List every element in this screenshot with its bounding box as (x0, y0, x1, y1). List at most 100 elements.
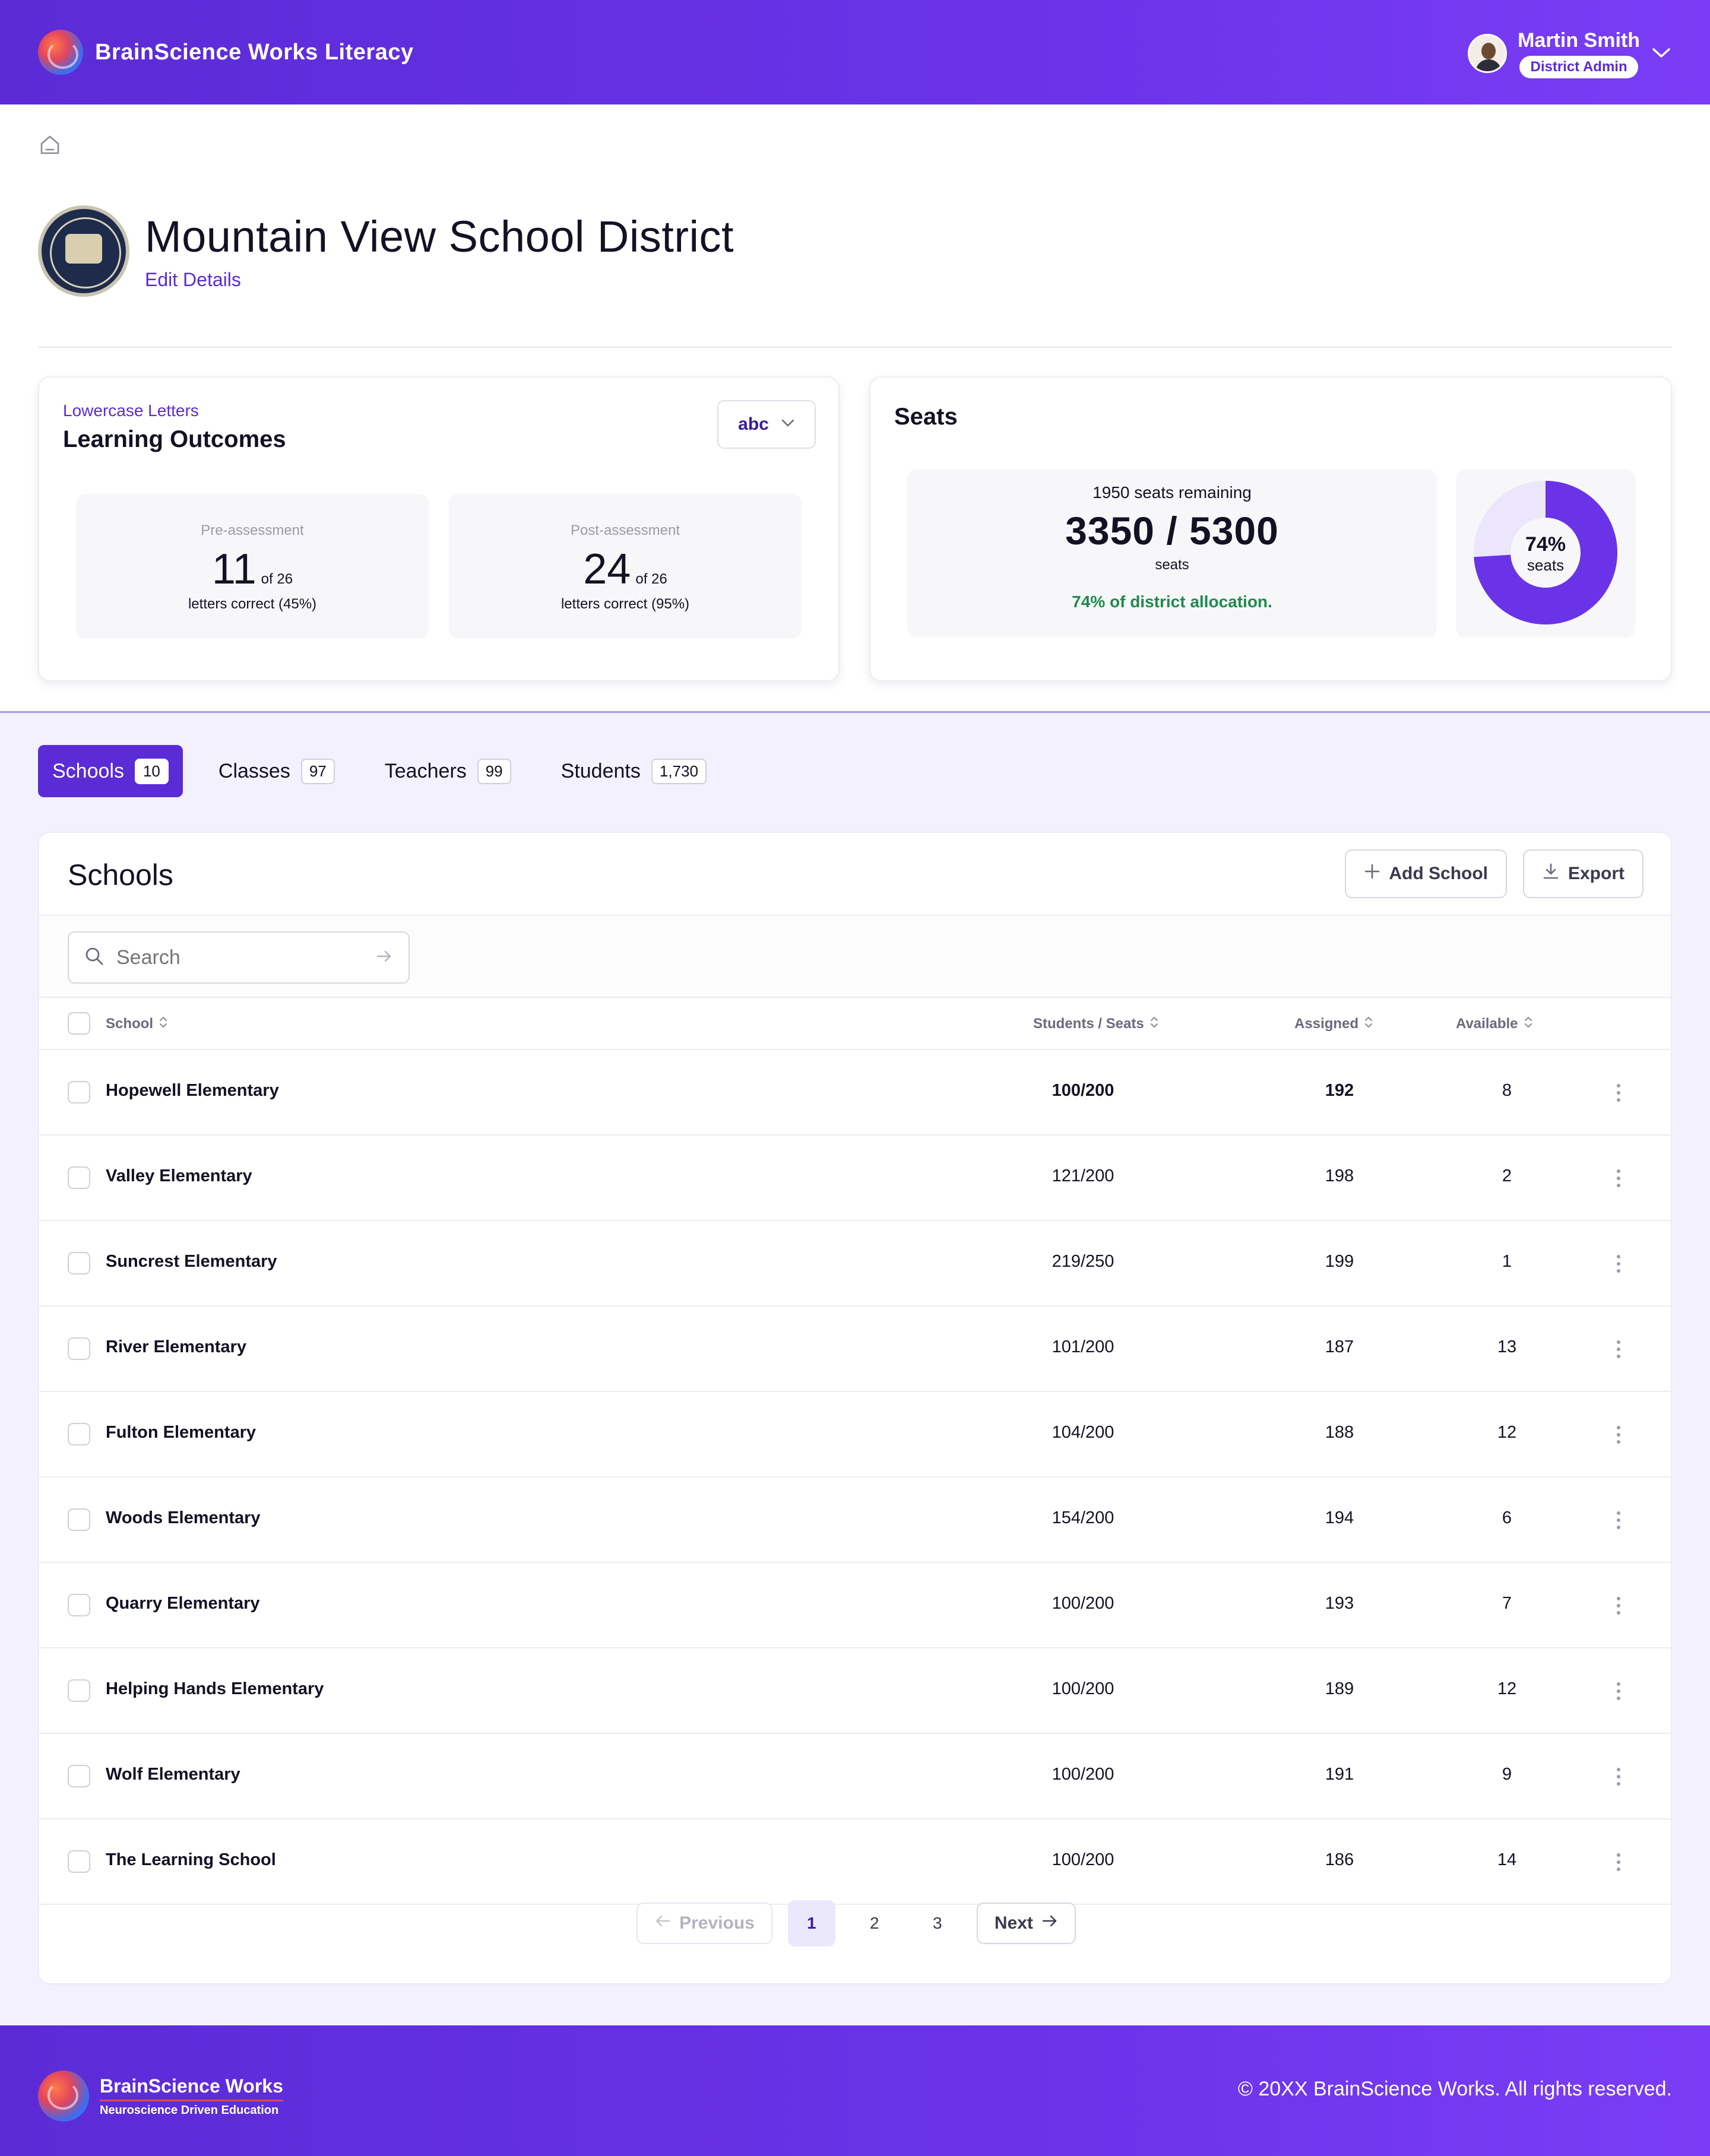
assigned-count: 193 (1325, 1594, 1354, 1613)
students-seats: 104/200 (1052, 1423, 1114, 1442)
donut-percent: 74% (1525, 533, 1566, 556)
footer-brand[interactable]: BrainScience Works Neuroscience Driven E… (38, 2071, 283, 2122)
next-label: Next (994, 1913, 1033, 1933)
column-school[interactable]: School (106, 1016, 167, 1032)
column-assigned-label: Assigned (1294, 1016, 1359, 1032)
home-icon[interactable] (38, 133, 62, 157)
row-checkbox[interactable] (68, 1765, 90, 1787)
row-menu-icon[interactable] (1607, 1337, 1630, 1361)
tab-label: Teachers (384, 759, 467, 782)
add-school-button[interactable]: Add School (1345, 849, 1507, 898)
assigned-count: 192 (1325, 1081, 1354, 1100)
table-row[interactable]: Woods Elementary 154/200 194 6 (39, 1478, 1671, 1563)
assigned-count: 186 (1325, 1850, 1354, 1869)
chevron-down-icon[interactable] (1651, 43, 1672, 64)
tab-count: 97 (300, 758, 335, 784)
students-seats: 100/200 (1052, 1081, 1114, 1100)
page-1[interactable]: 1 (787, 1900, 835, 1946)
post-assessment-label: Post-assessment (570, 522, 680, 538)
outcomes-title: Learning Outcomes (63, 426, 286, 452)
page-3[interactable]: 3 (914, 1900, 961, 1946)
table-row[interactable]: Valley Elementary 121/200 198 2 (39, 1136, 1671, 1221)
table-row[interactable]: Quarry Elementary 100/200 193 7 (39, 1563, 1671, 1648)
table-row[interactable]: Suncrest Elementary 219/250 199 1 (39, 1221, 1671, 1307)
row-checkbox[interactable] (68, 1850, 90, 1873)
school-name: River Elementary (106, 1337, 246, 1356)
row-menu-icon[interactable] (1607, 1679, 1630, 1703)
arrow-right-icon (1041, 1913, 1058, 1934)
footer-brand-name: BrainScience Works (100, 2075, 283, 2101)
table-row[interactable]: Helping Hands Elementary 100/200 189 12 (39, 1648, 1671, 1734)
letter-set-select[interactable]: abc (717, 400, 816, 449)
school-name: Wolf Elementary (106, 1765, 240, 1784)
row-checkbox[interactable] (68, 1081, 90, 1104)
row-menu-icon[interactable] (1607, 1508, 1630, 1532)
column-available[interactable]: Available (1456, 1016, 1532, 1032)
sort-icon (1150, 1016, 1158, 1032)
pre-assessment-panel: Pre-assessment 11 of 26 letters correct … (76, 494, 429, 639)
outcomes-subtitle: Lowercase Letters (63, 401, 199, 420)
schools-section: Schools 10 Classes 97 Teachers 99 Studen… (0, 711, 1710, 2025)
select-all-checkbox[interactable] (68, 1012, 90, 1035)
sort-icon (1524, 1016, 1532, 1032)
donut-unit: seats (1527, 556, 1565, 574)
tab-students[interactable]: Students 1,730 (547, 745, 721, 797)
row-menu-icon[interactable] (1607, 1850, 1630, 1874)
table-row[interactable]: Wolf Elementary 100/200 191 9 (39, 1734, 1671, 1819)
tab-classes[interactable]: Classes 97 (204, 745, 349, 797)
export-button[interactable]: Export (1522, 849, 1644, 898)
chevron-down-icon (781, 418, 795, 431)
user-menu[interactable]: Martin Smith District Admin (1468, 27, 1672, 80)
search-box (68, 931, 410, 984)
user-role-badge: District Admin (1519, 55, 1638, 78)
row-menu-icon[interactable] (1607, 1423, 1630, 1447)
row-menu-icon[interactable] (1607, 1252, 1630, 1276)
column-students[interactable]: Students / Seats (1033, 1016, 1158, 1032)
sort-icon (1364, 1016, 1373, 1032)
row-checkbox[interactable] (68, 1337, 90, 1360)
post-assessment-detail: letters correct (95%) (560, 596, 690, 612)
arrow-right-icon[interactable] (375, 947, 393, 968)
search-input[interactable] (116, 946, 354, 969)
edit-details-link[interactable]: Edit Details (145, 269, 734, 291)
row-menu-icon[interactable] (1607, 1765, 1630, 1789)
district-header: Mountain View School District Edit Detai… (38, 205, 734, 297)
previous-label: Previous (679, 1913, 755, 1933)
app-title: BrainScience Works Literacy (95, 39, 414, 65)
row-checkbox[interactable] (68, 1252, 90, 1274)
table-row[interactable]: Fulton Elementary 104/200 188 12 (39, 1392, 1671, 1478)
entity-tabs: Schools 10 Classes 97 Teachers 99 Studen… (38, 745, 721, 797)
next-button[interactable]: Next (976, 1903, 1076, 1944)
seats-allocation: 74% of district allocation. (1072, 592, 1272, 611)
school-name: Suncrest Elementary (106, 1252, 277, 1271)
row-checkbox[interactable] (68, 1594, 90, 1616)
row-checkbox[interactable] (68, 1166, 90, 1189)
available-count: 8 (1502, 1081, 1512, 1100)
page-2[interactable]: 2 (851, 1900, 898, 1946)
school-name: Quarry Elementary (106, 1594, 260, 1613)
row-menu-icon[interactable] (1607, 1166, 1630, 1190)
brand[interactable]: BrainScience Works Literacy (38, 30, 414, 75)
row-checkbox[interactable] (68, 1423, 90, 1445)
user-name: Martin Smith (1518, 28, 1640, 52)
row-checkbox[interactable] (68, 1508, 90, 1531)
tab-schools[interactable]: Schools 10 (38, 745, 183, 797)
pre-assessment-label: Pre-assessment (201, 522, 304, 538)
brand-logo-icon (38, 2071, 89, 2122)
assigned-count: 191 (1325, 1765, 1354, 1784)
row-menu-icon[interactable] (1607, 1081, 1630, 1105)
table-row[interactable]: Hopewell Elementary 100/200 192 8 (39, 1050, 1671, 1136)
students-seats: 101/200 (1052, 1337, 1114, 1356)
row-menu-icon[interactable] (1607, 1594, 1630, 1618)
tab-count: 1,730 (651, 758, 707, 784)
schools-table-card: Schools Add School Export Search School … (38, 832, 1672, 1984)
table-row[interactable]: River Elementary 101/200 187 13 (39, 1307, 1671, 1392)
previous-button[interactable]: Previous (636, 1903, 772, 1944)
column-students-label: Students / Seats (1033, 1016, 1144, 1032)
column-assigned[interactable]: Assigned (1294, 1016, 1373, 1032)
row-checkbox[interactable] (68, 1679, 90, 1702)
available-count: 6 (1502, 1508, 1512, 1527)
tab-teachers[interactable]: Teachers 99 (370, 745, 525, 797)
seats-remaining: 1950 seats remaining (1092, 483, 1252, 502)
assigned-count: 198 (1325, 1166, 1354, 1185)
